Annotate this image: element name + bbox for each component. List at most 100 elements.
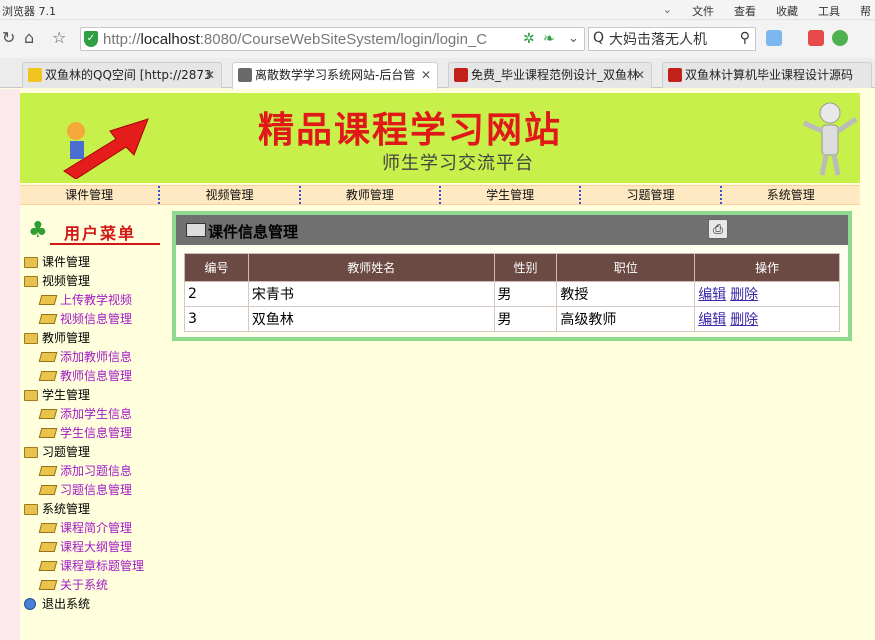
delete-link[interactable]: 删除 xyxy=(730,312,758,328)
growth-arrow-icon xyxy=(63,118,149,179)
nav-courseware[interactable]: 课件管理 xyxy=(20,186,161,204)
sidebar-item-upload-video[interactable]: 上传教学视频 xyxy=(24,291,174,310)
apps-grid-icon[interactable] xyxy=(766,30,782,46)
nav-teacher[interactable]: 教师管理 xyxy=(301,186,441,204)
browser-tab-strip: 双鱼林的QQ空间 [http://2873 ✕ 离散数学学习系统网站-后台管 ✕… xyxy=(0,58,875,89)
chevron-down-icon[interactable]: ⌄ xyxy=(568,31,579,46)
sidebar-item-course-intro[interactable]: 课程简介管理 xyxy=(24,519,174,538)
sidebar-group-courseware[interactable]: 课件管理 xyxy=(24,253,174,272)
edit-link[interactable]: 编辑 xyxy=(698,312,726,328)
main-nav: 课件管理 视频管理 教师管理 学生管理 习题管理 系统管理 xyxy=(20,185,860,205)
refresh-icon[interactable]: ↻ xyxy=(2,29,15,47)
book-icon xyxy=(38,371,58,381)
book-icon xyxy=(38,295,58,305)
sidebar-item-chapter-titles[interactable]: 课程章标题管理 xyxy=(24,557,174,576)
sidebar-logout[interactable]: 退出系统 xyxy=(24,595,174,614)
tab-source-code[interactable]: 双鱼林计算机毕业课程设计源码 xyxy=(662,62,872,88)
courseware-panel: 课件信息管理 ⎙ 编号 教师姓名 性别 职位 操作 2 宋青书 男 教授 编辑 … xyxy=(172,211,852,341)
book-icon xyxy=(38,314,58,324)
nav-video[interactable]: 视频管理 xyxy=(160,186,301,204)
nav-student[interactable]: 学生管理 xyxy=(441,186,582,204)
site-subtitle: 师生学习交流平台 xyxy=(382,153,534,174)
book-icon xyxy=(38,561,58,571)
menu-help[interactable]: 帮 xyxy=(860,3,871,19)
tab-qq-space[interactable]: 双鱼林的QQ空间 [http://2873 ✕ xyxy=(22,62,222,88)
sidebar-item-add-exercise[interactable]: 添加习题信息 xyxy=(24,462,174,481)
book-icon xyxy=(38,485,58,495)
sidebar-item-course-outline[interactable]: 课程大纲管理 xyxy=(24,538,174,557)
close-icon[interactable]: ✕ xyxy=(421,63,431,87)
sidebar-group-video[interactable]: 视频管理 xyxy=(24,272,174,291)
search-input[interactable] xyxy=(609,30,733,48)
table-row: 2 宋青书 男 教授 编辑 删除 xyxy=(184,281,840,307)
sidebar-item-student-info[interactable]: 学生信息管理 xyxy=(24,424,174,443)
user-menu-header: ♣ 用户菜单 xyxy=(28,217,160,247)
close-icon[interactable]: ✕ xyxy=(205,63,215,87)
book-icon xyxy=(38,428,58,438)
app-title: 浏览器 7.1 xyxy=(2,5,56,18)
site-banner: 精品课程学习网站 师生学习交流平台 xyxy=(20,93,860,183)
sidebar-item-add-teacher[interactable]: 添加教师信息 xyxy=(24,348,174,367)
home-icon[interactable]: ⌂ xyxy=(24,29,34,47)
panel-header: 课件信息管理 ⎙ xyxy=(176,215,848,245)
figure-icon xyxy=(802,102,858,176)
sidebar-item-video-info[interactable]: 视频信息管理 xyxy=(24,310,174,329)
clover-icon: ♣ xyxy=(28,218,48,243)
menu-file[interactable]: 文件 xyxy=(692,3,714,19)
tab-label: 双鱼林计算机毕业课程设计源码 xyxy=(685,68,854,82)
search-box: Q ⚲ xyxy=(588,27,756,51)
logout-icon xyxy=(24,598,36,610)
col-position: 职位 xyxy=(556,253,696,282)
chevron-down-icon[interactable]: ⌄ xyxy=(663,3,672,19)
security-shield-icon: ✓ xyxy=(84,31,98,47)
search-icon[interactable]: ⚲ xyxy=(740,30,750,46)
book-icon xyxy=(38,580,58,590)
speed-mode-icon[interactable]: ❧ xyxy=(543,31,555,47)
cell-id: 2 xyxy=(184,281,249,307)
search-engine-icon[interactable]: Q xyxy=(593,30,604,46)
browser-titlebar: 浏览器 7.1 ⌄ 文件 查看 收藏 工具 帮 xyxy=(0,0,875,20)
edit-link[interactable]: 编辑 xyxy=(698,287,726,303)
menu-favorites[interactable]: 收藏 xyxy=(776,3,798,19)
print-icon[interactable]: ⎙ xyxy=(708,219,728,239)
sidebar-item-exercise-info[interactable]: 习题信息管理 xyxy=(24,481,174,500)
cell-gender: 男 xyxy=(493,306,558,332)
address-url[interactable]: http://localhost:8080/CourseWebSiteSyste… xyxy=(103,31,523,48)
book-icon xyxy=(38,466,58,476)
compat-mode-icon[interactable]: ✲ xyxy=(523,31,535,47)
cell-position: 教授 xyxy=(556,281,696,307)
extension-icon[interactable] xyxy=(808,30,824,46)
web-page: 精品课程学习网站 师生学习交流平台 课件管理 视频管理 教师管理 学生管理 习题… xyxy=(0,89,875,640)
site-favicon-icon xyxy=(668,68,682,82)
tab-admin[interactable]: 离散数学学习系统网站-后台管 ✕ xyxy=(232,62,438,89)
sidebar-item-teacher-info[interactable]: 教师信息管理 xyxy=(24,367,174,386)
sidebar-group-teacher[interactable]: 教师管理 xyxy=(24,329,174,348)
folder-icon xyxy=(24,447,38,458)
star-icon[interactable]: ☆ xyxy=(52,29,66,47)
sidebar-group-system[interactable]: 系统管理 xyxy=(24,500,174,519)
nav-system[interactable]: 系统管理 xyxy=(722,186,860,204)
cell-actions: 编辑 删除 xyxy=(694,281,840,307)
folder-icon xyxy=(24,333,38,344)
address-bar[interactable]: ✓ http://localhost:8080/CourseWebSiteSys… xyxy=(80,27,585,51)
nav-exercise[interactable]: 习题管理 xyxy=(581,186,722,204)
sidebar-item-add-student[interactable]: 添加学生信息 xyxy=(24,405,174,424)
page-left-strip xyxy=(0,89,20,640)
sidebar-item-about[interactable]: 关于系统 xyxy=(24,576,174,595)
menu-tools[interactable]: 工具 xyxy=(818,3,840,19)
col-teacher-name: 教师姓名 xyxy=(247,253,495,282)
download-icon[interactable] xyxy=(832,30,848,46)
delete-link[interactable]: 删除 xyxy=(730,287,758,303)
site-favicon-icon xyxy=(454,68,468,82)
sidebar-group-student[interactable]: 学生管理 xyxy=(24,386,174,405)
courseware-table: 编号 教师姓名 性别 职位 操作 2 宋青书 男 教授 编辑 删除 3 双鱼林 … xyxy=(184,253,840,332)
cell-name: 宋青书 xyxy=(247,281,495,307)
sidebar-group-exercise[interactable]: 习题管理 xyxy=(24,443,174,462)
panel-title: 课件信息管理 xyxy=(208,223,299,241)
tab-free-design[interactable]: 免费_毕业课程范例设计_双鱼林 ✕ xyxy=(448,62,652,88)
close-icon[interactable]: ✕ xyxy=(635,63,645,87)
menu-view[interactable]: 查看 xyxy=(734,3,756,19)
book-icon xyxy=(38,409,58,419)
header-underline xyxy=(50,243,160,245)
tab-label: 双鱼林的QQ空间 [http://2873 xyxy=(45,68,212,82)
